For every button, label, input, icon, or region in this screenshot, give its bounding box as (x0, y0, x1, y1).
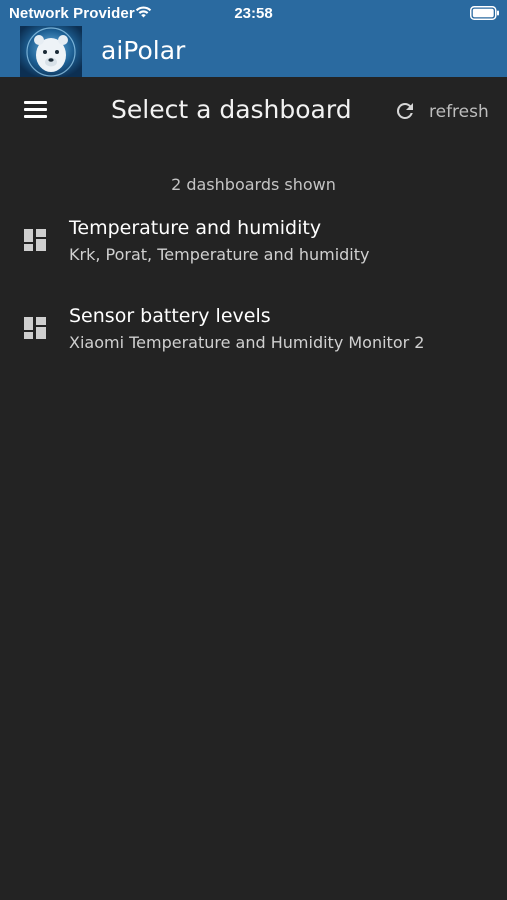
refresh-label: refresh (429, 102, 489, 122)
page-title: Select a dashboard (111, 95, 352, 124)
app-header: Network Provider 23:58 aiPolar (0, 0, 507, 77)
status-time: 23:58 (234, 5, 273, 22)
battery-icon (470, 6, 499, 20)
refresh-icon (396, 102, 413, 119)
dashboard-item-sensor-battery[interactable]: Sensor battery levels Xiaomi Temperature… (0, 293, 507, 381)
dashboard-subtitle: Krk, Porat, Temperature and humidity (69, 245, 370, 264)
app-name: aiPolar (101, 36, 186, 65)
dashboard-item-temperature-humidity[interactable]: Temperature and humidity Krk, Porat, Tem… (0, 205, 507, 293)
dashboard-title: Sensor battery levels (69, 305, 271, 327)
polar-bear-logo (20, 26, 82, 77)
dashboard-icon (24, 229, 46, 251)
app-banner: aiPolar (0, 26, 507, 77)
app-screen: Network Provider 23:58 aiPolar Select a … (0, 0, 507, 900)
dashboard-icon (24, 317, 46, 339)
dashboard-title: Temperature and humidity (69, 217, 322, 239)
hamburger-menu-icon[interactable] (24, 101, 47, 119)
dashboard-list: Temperature and humidity Krk, Porat, Tem… (0, 205, 507, 381)
refresh-button[interactable]: refresh (393, 97, 497, 127)
status-bar: Network Provider 23:58 (0, 0, 507, 26)
dashboard-subtitle: Xiaomi Temperature and Humidity Monitor … (69, 333, 425, 352)
toolbar: Select a dashboard refresh (0, 77, 507, 147)
dashboard-count: 2 dashboards shown (171, 175, 336, 194)
